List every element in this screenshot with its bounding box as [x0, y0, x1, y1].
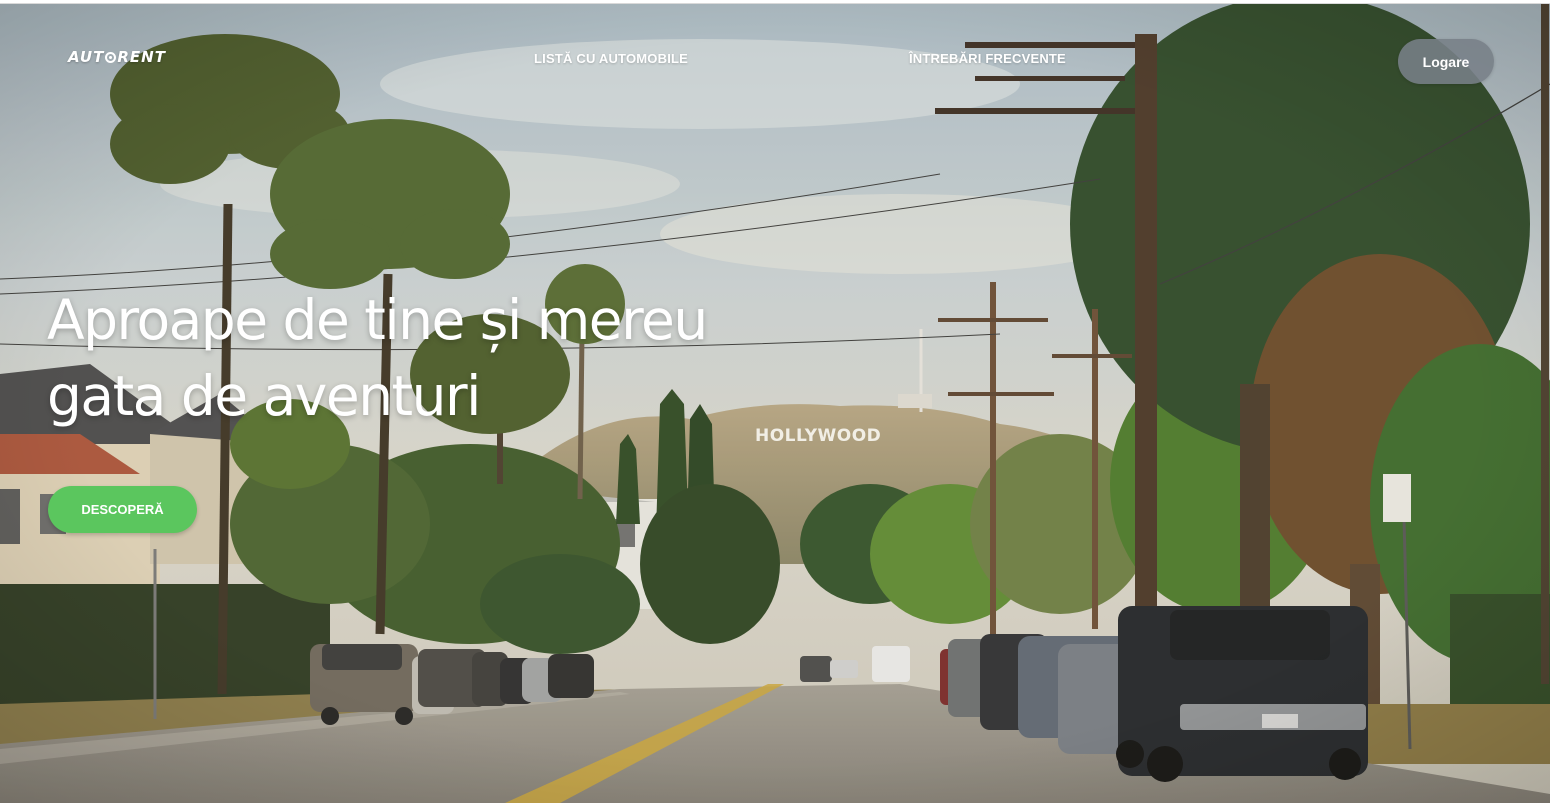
autorent-logo[interactable]: AUT RENT — [68, 46, 166, 68]
hero-headline: Aproape de tine și mereu gata de aventur… — [47, 282, 747, 434]
hero-section: HOLLYWOOD — [0, 3, 1550, 803]
wheel-icon — [105, 51, 117, 63]
logo-text-end: RENT — [117, 48, 166, 66]
logo-text-start: AUT — [68, 48, 105, 66]
login-button[interactable]: Logare — [1398, 39, 1494, 84]
nav-link-car-list[interactable]: LISTĂ CU AUTOMOBILE — [534, 51, 688, 66]
hero-headline-line-1: Aproape de tine și mereu — [47, 288, 708, 352]
nav-link-faq[interactable]: ÎNTREBĂRI FRECVENTE — [909, 51, 1066, 66]
discover-button[interactable]: DESCOPERĂ — [48, 486, 197, 533]
top-navigation: AUT RENT LISTĂ CU AUTOMOBILE ÎNTREBĂRI F… — [0, 4, 1550, 114]
hero-headline-line-2: gata de aventuri — [47, 364, 481, 428]
